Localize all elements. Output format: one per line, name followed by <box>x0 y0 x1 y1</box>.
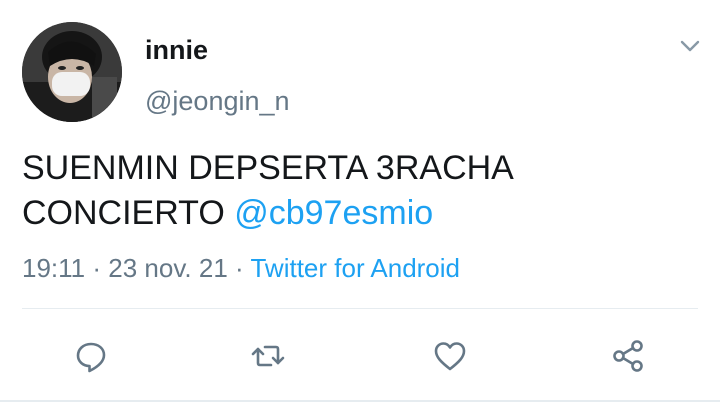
bottom-divider <box>0 400 720 402</box>
retweet-icon[interactable] <box>249 337 287 375</box>
meta-separator: · <box>92 253 102 283</box>
tweet-meta: 19:11 · 23 nov. 21 · Twitter for Android <box>22 253 460 284</box>
user-handle[interactable]: @jeongin_n <box>145 86 290 117</box>
tweet-card: innie @jeongin_n SUENMIN DEPSERTA 3RACHA… <box>0 0 720 406</box>
tweet-time: 19:11 <box>22 253 86 283</box>
display-name[interactable]: innie <box>145 35 208 66</box>
meta-separator: · <box>235 253 244 283</box>
divider <box>22 308 698 309</box>
share-icon[interactable] <box>610 337 648 375</box>
tweet-date: 23 nov. 21 <box>108 253 228 283</box>
avatar[interactable] <box>22 22 122 122</box>
tweet-text: SUENMIN DEPSERTA 3RACHA CONCIERTO @cb97e… <box>22 146 692 236</box>
tweet-source-link[interactable]: Twitter for Android <box>250 253 460 283</box>
chevron-down-icon[interactable] <box>676 34 704 58</box>
heart-icon[interactable] <box>431 337 469 375</box>
reply-icon[interactable] <box>72 337 110 375</box>
avatar-image <box>22 22 122 122</box>
mention-link[interactable]: @cb97esmio <box>234 194 433 232</box>
